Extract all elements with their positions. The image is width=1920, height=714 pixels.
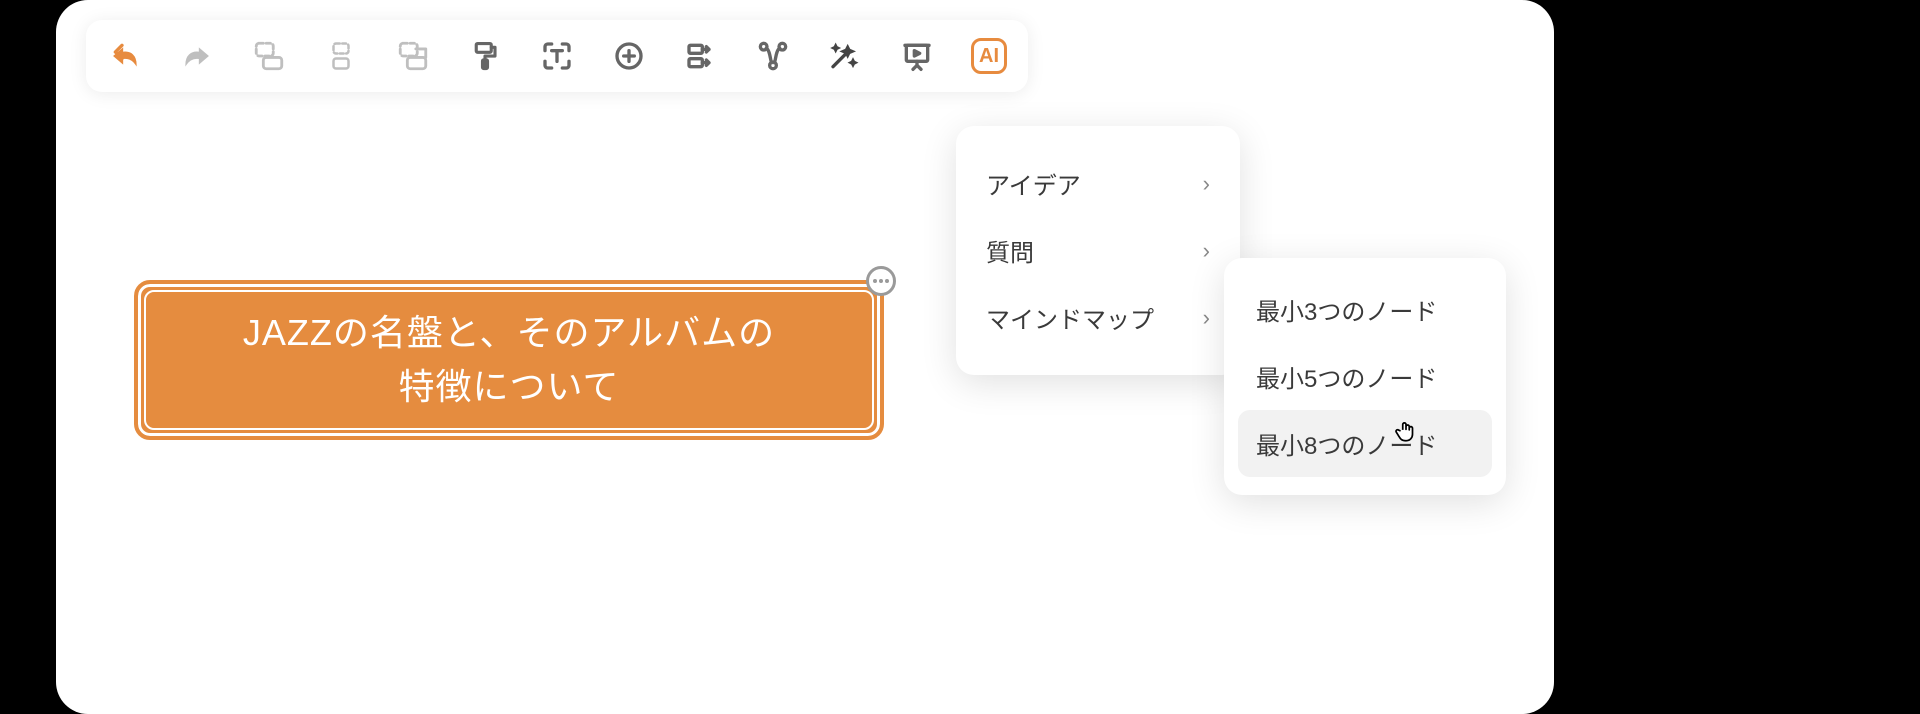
menu-item-mindmap[interactable]: マインドマップ › [956,284,1240,351]
menu-label: マインドマップ [986,300,1154,335]
submenu-label: 最小5つのノード [1256,366,1437,393]
magic-wand-icon[interactable] [826,37,864,75]
submenu: 最小3つのノード 最小5つのノード 最小8つのノード [1224,258,1506,495]
menu-item-question[interactable]: 質問 › [956,217,1240,284]
redo-icon[interactable] [178,37,216,75]
node-menu-handle[interactable] [866,266,896,296]
select-box-icon[interactable] [250,37,288,75]
group-box-icon[interactable] [394,37,432,75]
ai-label: AI [979,45,999,68]
format-paint-icon[interactable] [466,37,504,75]
add-circle-icon[interactable] [610,37,648,75]
cursor-hand-icon [1393,418,1419,444]
topic-node[interactable]: JAZZの名盤と、そのアルバムの 特徴について [134,280,884,440]
submenu-label: 最小3つのノード [1256,299,1437,326]
submenu-item-8nodes[interactable]: 最小8つのノード [1238,410,1492,477]
menu-item-idea[interactable]: アイデア › [956,150,1240,217]
group-icon[interactable] [322,37,360,75]
menu-label: 質問 [986,233,1034,268]
ai-icon[interactable]: AI [970,37,1008,75]
toolbar: AI [86,20,1028,92]
connector-icon[interactable] [754,37,792,75]
submenu-item-5nodes[interactable]: 最小5つのノード [1238,343,1492,410]
text-icon[interactable] [538,37,576,75]
chevron-right-icon: › [1203,171,1210,197]
chevron-right-icon: › [1203,238,1210,264]
node-text: JAZZの名盤と、そのアルバムの 特徴について [243,306,775,414]
align-icon[interactable] [682,37,720,75]
submenu-item-3nodes[interactable]: 最小3つのノード [1238,276,1492,343]
context-menu: アイデア › 質問 › マインドマップ › [956,126,1240,375]
presentation-icon[interactable] [898,37,936,75]
undo-icon[interactable] [106,37,144,75]
menu-label: アイデア [986,166,1081,201]
chevron-right-icon: › [1203,305,1210,331]
canvas[interactable]: AI JAZZの名盤と、そのアルバムの 特徴について アイデア › 質問 › マ… [56,0,1554,714]
